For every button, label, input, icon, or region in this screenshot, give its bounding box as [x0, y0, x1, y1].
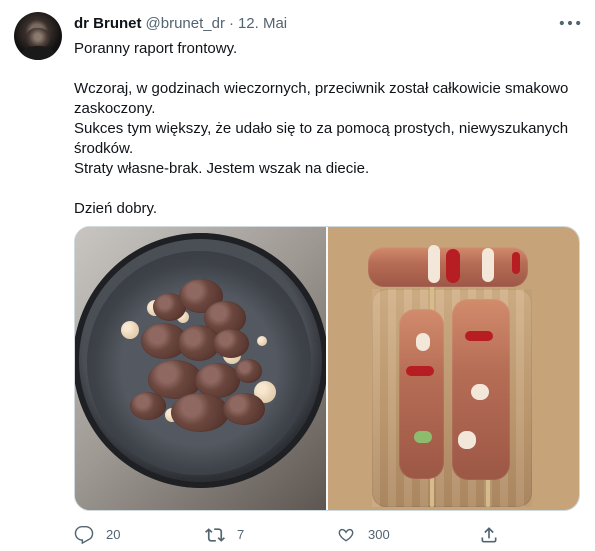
reply-icon	[74, 525, 94, 545]
meat-piece	[223, 393, 265, 425]
author-handle[interactable]: @brunet_dr	[146, 15, 225, 32]
tweet-line: Wczoraj, w godzinach wieczornych, przeci…	[74, 80, 569, 117]
meat-piece	[171, 393, 229, 432]
tweet-date[interactable]: 12. Mai	[238, 15, 287, 32]
retweet-button[interactable]: 7	[205, 520, 244, 550]
heart-icon	[336, 525, 356, 545]
onion-slice	[428, 245, 440, 283]
meat-piece	[235, 359, 262, 383]
like-button[interactable]: 300	[336, 520, 390, 550]
pepper-slice	[512, 252, 520, 274]
tweet-line: Straty własne-brak. Jestem wszak na diec…	[74, 160, 370, 177]
share-button[interactable]	[479, 520, 511, 550]
tweet-line: Poranny raport frontowy.	[74, 40, 238, 57]
tweet-line: Dzień dobry.	[74, 200, 158, 217]
media-photo-right[interactable]	[328, 227, 579, 510]
tweet-header: dr Brunet @brunet_dr · 12. Mai	[74, 13, 287, 33]
onion-slice	[471, 384, 489, 400]
tweet-line-gap	[74, 179, 579, 199]
meat-piece	[130, 392, 166, 420]
retweet-count: 7	[237, 527, 245, 542]
tweet-actions: 20 7 300	[0, 520, 595, 550]
more-icon[interactable]	[556, 10, 584, 36]
tweet-line-gap	[74, 59, 579, 79]
share-icon	[479, 525, 499, 545]
tweet-card: dr Brunet @brunet_dr · 12. Mai Poranny r…	[0, 0, 595, 551]
pepper-slice	[406, 366, 434, 376]
reply-button[interactable]: 20	[74, 520, 120, 550]
pepper-slice	[465, 331, 493, 341]
media-photo-left[interactable]	[75, 227, 326, 510]
tweet-text: Poranny raport frontowy. Wczoraj, w godz…	[74, 39, 579, 219]
tweet-line: Sukces tym większy, że udało się to za p…	[74, 120, 569, 157]
meat-piece	[213, 329, 249, 358]
header-separator: ·	[228, 14, 234, 32]
retweet-icon	[205, 525, 225, 545]
author-name[interactable]: dr Brunet	[74, 15, 142, 32]
onion-slice	[458, 431, 476, 449]
green-pepper	[414, 431, 432, 443]
onion-slice	[482, 248, 494, 282]
like-count: 300	[368, 527, 390, 542]
onion-piece	[121, 321, 139, 339]
pepper-slice	[446, 249, 460, 283]
onion-piece	[257, 336, 267, 346]
onion-slice	[416, 333, 430, 351]
media-grid[interactable]	[74, 226, 580, 511]
avatar[interactable]	[14, 12, 62, 60]
reply-count: 20	[106, 527, 121, 542]
